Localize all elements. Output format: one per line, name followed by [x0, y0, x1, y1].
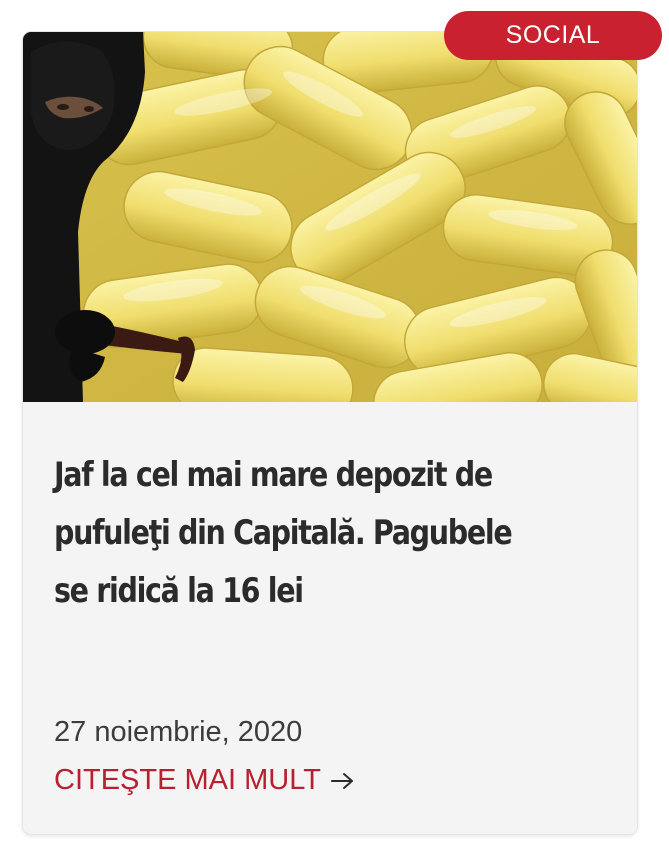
headline-line-3[interactable]: se ridică la 16 lei [54, 571, 304, 611]
headline-line-1[interactable]: Jaf la cel mai mare depozit de [54, 455, 493, 495]
category-badge[interactable]: SOCIAL [444, 11, 662, 60]
read-more-label[interactable]: CITEŞTE MAI MULT [54, 764, 321, 797]
article-date: 27 noiembrie, 2020 [54, 716, 303, 748]
corn-puffs-photo [23, 32, 637, 402]
article-content: Jaf la cel mai mare depozit de pufuleţi … [23, 402, 637, 834]
read-more-link[interactable]: CITEŞTE MAI MULT [54, 764, 356, 797]
article-card[interactable]: Jaf la cel mai mare depozit de pufuleţi … [23, 32, 637, 834]
article-image[interactable] [23, 32, 637, 402]
article-headline[interactable]: Jaf la cel mai mare depozit de pufuleţi … [54, 446, 608, 620]
headline-line-2[interactable]: pufuleţi din Capitală. Pagubele [54, 513, 513, 553]
arrow-right-icon[interactable] [330, 771, 356, 791]
